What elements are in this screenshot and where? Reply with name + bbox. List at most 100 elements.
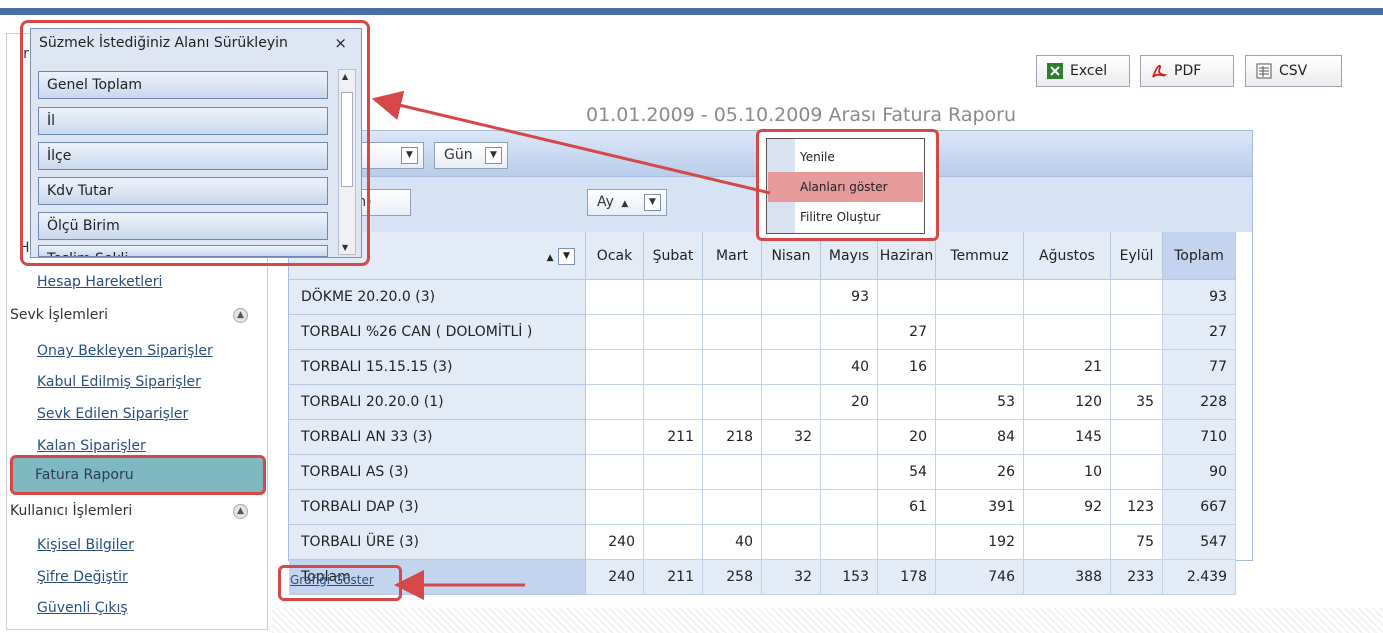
sidebar-group-label: Sevk İşlemleri (10, 307, 109, 323)
value-cell (878, 385, 936, 420)
value-cell: 192 (936, 525, 1024, 560)
value-cell (936, 350, 1024, 385)
excel-button[interactable]: Excel (1036, 55, 1130, 87)
footer-hatch (272, 608, 1383, 633)
value-cell (821, 420, 878, 455)
field-item[interactable]: Teslim Şekli (38, 245, 328, 257)
column-header: Şubat (644, 232, 703, 280)
scroll-up-icon[interactable]: ▲ (342, 72, 348, 81)
menu-item-create-filter[interactable]: Filitre Oluştur (768, 202, 923, 232)
value-cell: 40 (821, 350, 878, 385)
value-cell: 20 (821, 385, 878, 420)
field-item[interactable]: Kdv Tutar (38, 177, 328, 205)
value-cell (878, 280, 936, 315)
value-cell: 710 (1163, 420, 1236, 455)
column-header: Ocak (586, 232, 644, 280)
sidebar-item-kalan[interactable]: Kalan Siparişler (37, 438, 146, 454)
value-cell (586, 315, 644, 350)
value-cell (821, 315, 878, 350)
chevron-down-icon[interactable]: ▼ (558, 247, 575, 265)
value-cell (821, 490, 878, 525)
sidebar-item-guvenli-cikis[interactable]: Güvenli Çıkış (37, 600, 128, 616)
value-cell: 218 (703, 420, 762, 455)
chevron-down-icon[interactable]: ▼ (401, 147, 418, 164)
total-cell: 258 (703, 560, 762, 595)
row-label: TORBALI AN 33 (3) (289, 420, 586, 455)
value-cell (644, 280, 703, 315)
sidebar-item-hesap-hareketleri[interactable]: Hesap Hareketleri (37, 274, 162, 290)
field-list-title: Süzmek İstediğiniz Alanı Sürükleyin (39, 35, 288, 51)
filter-field-gun[interactable]: Gün ▼ (434, 142, 508, 169)
sidebar-group-label: Kullanıcı İşlemleri (10, 503, 133, 519)
value-cell (644, 315, 703, 350)
csv-button[interactable]: CSV (1245, 55, 1342, 87)
value-cell (703, 385, 762, 420)
value-cell (703, 315, 762, 350)
value-cell (703, 490, 762, 525)
column-header: Ağustos (1024, 232, 1111, 280)
sidebar-group-sevk-islemleri[interactable]: Sevk İşlemleri ▲ (10, 301, 258, 330)
report-title: 01.01.2009 - 05.10.2009 Arası Fatura Rap… (586, 104, 1016, 126)
sidebar-item-sevk-edilen[interactable]: Sevk Edilen Siparişler (37, 406, 188, 422)
pivot-table: ▲ ▼ Ocak Şubat Mart Nisan Mayıs Haziran Temmuz… (288, 232, 1253, 595)
chevron-down-icon[interactable]: ▼ (485, 147, 502, 164)
value-cell (644, 490, 703, 525)
value-cell: 228 (1163, 385, 1236, 420)
value-cell (586, 280, 644, 315)
value-cell (762, 455, 821, 490)
value-cell (762, 385, 821, 420)
sidebar-item-onay-bekleyen[interactable]: Onay Bekleyen Siparişler (37, 343, 213, 359)
context-menu: Yenile Alanları göster Filitre Oluştur (766, 138, 925, 234)
field-item[interactable]: İl (38, 107, 328, 135)
value-cell (936, 280, 1024, 315)
sidebar-group-kullanici-islemleri[interactable]: Kullanıcı İşlemleri ▲ (10, 497, 258, 526)
sidebar-item-kabul-edilmis[interactable]: Kabul Edilmiş Siparişler (37, 374, 201, 390)
value-cell: 547 (1163, 525, 1236, 560)
value-cell (1111, 280, 1163, 315)
column-field-ay[interactable]: Ay ▲ ▼ (587, 189, 667, 216)
field-item[interactable]: Ölçü Birim (38, 212, 328, 240)
pdf-button[interactable]: PDF (1140, 55, 1234, 87)
value-cell (644, 350, 703, 385)
field-label: Gün (444, 147, 473, 163)
field-item[interactable]: İlçe (38, 142, 328, 170)
chevron-down-icon[interactable]: ▼ (644, 194, 661, 211)
sidebar-item-label: Fatura Raporu (35, 467, 134, 483)
value-cell (644, 525, 703, 560)
total-cell: 211 (644, 560, 703, 595)
excel-label: Excel (1070, 63, 1108, 79)
menu-item-refresh[interactable]: Yenile (768, 142, 923, 172)
menu-item-show-fields[interactable]: Alanları göster (768, 172, 923, 202)
field-list-panel: Süzmek İstediğiniz Alanı Sürükleyin × Ge… (30, 28, 362, 258)
field-list-scrollbar[interactable]: ▲ ▼ (338, 69, 356, 255)
value-cell: 32 (762, 420, 821, 455)
value-cell (586, 455, 644, 490)
sort-asc-icon: ▲ (621, 199, 629, 209)
value-cell (586, 350, 644, 385)
value-cell (762, 525, 821, 560)
scroll-thumb[interactable] (341, 92, 353, 187)
show-graph-link[interactable]: Grafiği Göster (290, 573, 374, 587)
sidebar-item-fatura-raporu[interactable]: Fatura Raporu (10, 455, 266, 495)
value-cell: 84 (936, 420, 1024, 455)
total-cell: 240 (586, 560, 644, 595)
total-cell: 153 (821, 560, 878, 595)
value-cell: 40 (703, 525, 762, 560)
collapse-icon[interactable]: ▲ (233, 504, 248, 519)
total-cell: 233 (1111, 560, 1163, 595)
value-cell: 77 (1163, 350, 1236, 385)
row-label: TORBALI %26 CAN ( DOLOMİTLİ ) (289, 315, 586, 350)
value-cell (644, 455, 703, 490)
total-cell: 32 (762, 560, 821, 595)
value-cell: 667 (1163, 490, 1236, 525)
scroll-down-icon[interactable]: ▼ (342, 243, 348, 252)
value-cell (1024, 280, 1111, 315)
value-cell: 120 (1024, 385, 1111, 420)
sidebar-item-sifre-degistir[interactable]: Şifre Değiştir (37, 569, 128, 585)
sidebar-item-kisisel-bilgiler[interactable]: Kişisel Bilgiler (37, 537, 134, 553)
collapse-icon[interactable]: ▲ (233, 308, 248, 323)
value-cell: 27 (878, 315, 936, 350)
value-cell: 92 (1024, 490, 1111, 525)
field-item[interactable]: Genel Toplam (38, 71, 328, 99)
close-icon[interactable]: × (334, 34, 347, 52)
